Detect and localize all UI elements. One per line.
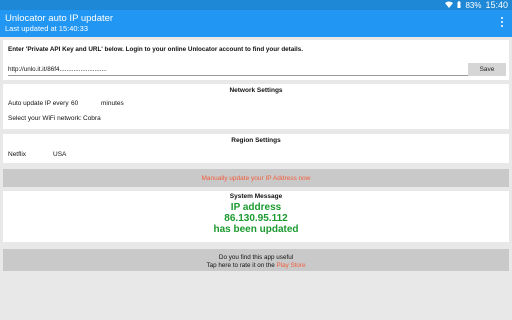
system-message-title: System Message bbox=[229, 193, 283, 200]
api-card: Enter 'Private API Key and URL' below. L… bbox=[3, 40, 509, 80]
region-settings-card: Region Settings Netflix USA bbox=[3, 134, 509, 163]
country-select[interactable]: USA bbox=[53, 151, 66, 158]
rate-app-button[interactable]: Do you find this app useful Tap here to … bbox=[3, 249, 509, 271]
wifi-label: Select your WiFi network: bbox=[8, 115, 82, 122]
app-title: Unlocator auto IP updater bbox=[5, 13, 114, 24]
wifi-select[interactable]: Cobra bbox=[83, 115, 101, 122]
app-bar: Unlocator auto IP updater Last updated a… bbox=[0, 10, 512, 37]
rate-line2: Tap here to rate it on the Play Store bbox=[3, 262, 509, 270]
rate-line2-prefix: Tap here to rate it on the bbox=[206, 261, 275, 269]
ip-message-line1: IP address bbox=[230, 202, 282, 213]
battery-icon bbox=[457, 0, 461, 10]
api-url-input[interactable]: http://unlo.it.it/86f4..................… bbox=[8, 64, 468, 76]
overflow-menu-icon[interactable] bbox=[501, 17, 504, 27]
service-select[interactable]: Netflix bbox=[8, 151, 26, 158]
wifi-icon bbox=[445, 1, 454, 10]
ip-message-line3: has been updated bbox=[213, 224, 299, 235]
status-bar: 83% 15:40 bbox=[0, 0, 512, 10]
ip-address-value: 86.130.95.112 bbox=[224, 213, 288, 224]
battery-percent: 83% bbox=[465, 0, 482, 10]
interval-unit: minutes bbox=[101, 100, 124, 107]
network-settings-card: Network Settings Auto update IP every 60… bbox=[3, 84, 509, 129]
last-updated-text: Last updated at 15:40:33 bbox=[5, 24, 88, 33]
play-store-link[interactable]: Play Store bbox=[276, 262, 305, 269]
manual-update-button[interactable]: Manually update your IP Address now bbox=[3, 169, 509, 187]
api-instruction: Enter 'Private API Key and URL' below. L… bbox=[8, 46, 304, 53]
network-settings-title: Network Settings bbox=[229, 87, 283, 94]
interval-input[interactable]: 60 bbox=[71, 100, 78, 107]
clock: 15:40 bbox=[485, 0, 508, 10]
rate-line1: Do you find this app useful bbox=[218, 253, 294, 261]
interval-label: Auto update IP every bbox=[8, 100, 69, 107]
system-message-card: System Message IP address 86.130.95.112 … bbox=[3, 191, 509, 242]
region-settings-title: Region Settings bbox=[231, 137, 281, 144]
save-button[interactable]: Save bbox=[468, 63, 506, 76]
